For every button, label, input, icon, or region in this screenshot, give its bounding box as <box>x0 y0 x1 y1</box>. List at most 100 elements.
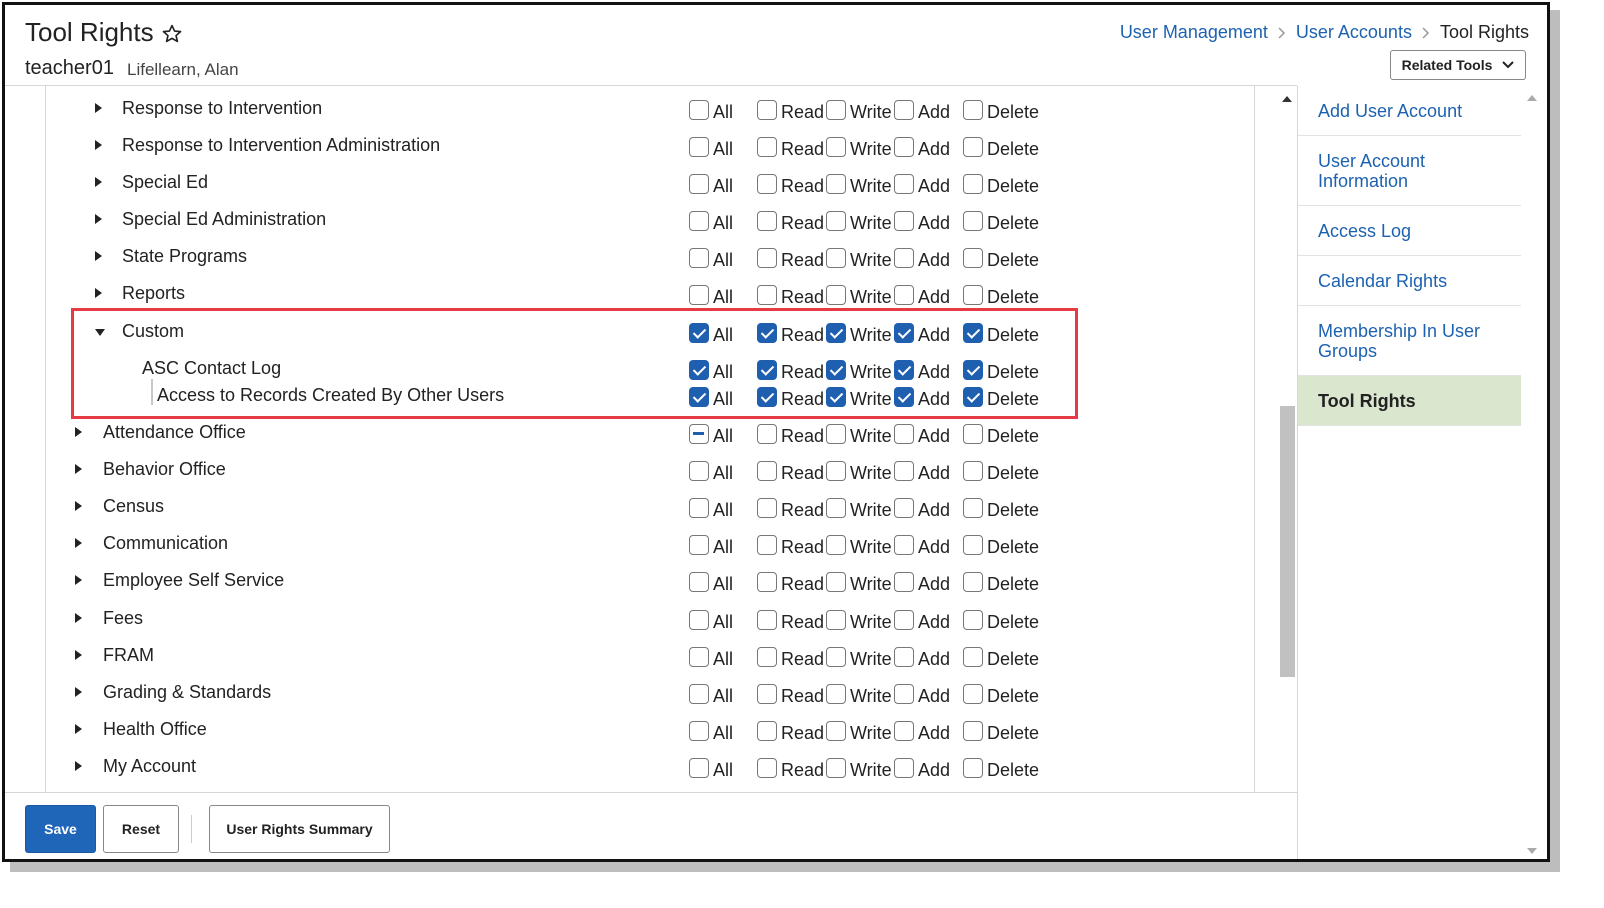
add-checkbox[interactable] <box>894 100 914 120</box>
caret-right-icon[interactable] <box>75 613 82 623</box>
all-checkbox[interactable] <box>689 248 709 268</box>
read-checkbox[interactable] <box>757 137 777 157</box>
read-checkbox[interactable] <box>757 285 777 305</box>
delete-checkbox[interactable] <box>963 758 983 778</box>
write-checkbox[interactable] <box>826 461 846 481</box>
write-checkbox[interactable] <box>826 211 846 231</box>
add-checkbox[interactable] <box>894 758 914 778</box>
add-checkbox[interactable] <box>894 535 914 555</box>
all-checkbox[interactable] <box>689 684 709 704</box>
caret-right-icon[interactable] <box>75 761 82 771</box>
add-checkbox[interactable] <box>894 137 914 157</box>
caret-right-icon[interactable] <box>95 103 102 113</box>
delete-checkbox[interactable] <box>963 572 983 592</box>
read-checkbox[interactable] <box>757 572 777 592</box>
write-checkbox[interactable] <box>826 285 846 305</box>
delete-checkbox[interactable] <box>963 137 983 157</box>
write-checkbox[interactable] <box>826 758 846 778</box>
caret-right-icon[interactable] <box>95 288 102 298</box>
star-outline-icon[interactable] <box>161 23 183 45</box>
all-checkbox[interactable] <box>689 535 709 555</box>
caret-right-icon[interactable] <box>95 140 102 150</box>
read-checkbox[interactable] <box>757 758 777 778</box>
read-checkbox[interactable] <box>757 647 777 667</box>
all-checkbox[interactable] <box>689 572 709 592</box>
related-tools-button[interactable]: Related Tools <box>1390 50 1526 80</box>
caret-right-icon[interactable] <box>95 177 102 187</box>
read-checkbox[interactable] <box>757 211 777 231</box>
write-checkbox[interactable] <box>826 610 846 630</box>
caret-right-icon[interactable] <box>75 427 82 437</box>
delete-checkbox[interactable] <box>963 535 983 555</box>
all-checkbox[interactable] <box>689 174 709 194</box>
all-checkbox[interactable] <box>689 137 709 157</box>
add-checkbox[interactable] <box>894 684 914 704</box>
read-checkbox[interactable] <box>757 610 777 630</box>
sidebar-item-tool-rights[interactable]: Tool Rights <box>1298 376 1522 426</box>
delete-checkbox[interactable] <box>963 684 983 704</box>
scroll-down-icon[interactable] <box>1527 848 1537 854</box>
write-checkbox[interactable] <box>826 248 846 268</box>
delete-checkbox[interactable] <box>963 248 983 268</box>
write-checkbox[interactable] <box>826 100 846 120</box>
user-rights-summary-button[interactable]: User Rights Summary <box>209 805 390 853</box>
read-checkbox[interactable] <box>757 721 777 741</box>
write-checkbox[interactable] <box>826 684 846 704</box>
all-checkbox[interactable] <box>689 461 709 481</box>
write-checkbox[interactable] <box>826 721 846 741</box>
caret-right-icon[interactable] <box>75 575 82 585</box>
add-checkbox[interactable] <box>894 721 914 741</box>
delete-checkbox[interactable] <box>963 424 983 444</box>
caret-right-icon[interactable] <box>95 214 102 224</box>
all-checkbox[interactable] <box>689 211 709 231</box>
sidebar-item-user-account-information[interactable]: User Account Information <box>1298 136 1522 206</box>
add-checkbox[interactable] <box>894 647 914 667</box>
all-checkbox[interactable] <box>689 498 709 518</box>
delete-checkbox[interactable] <box>963 498 983 518</box>
caret-right-icon[interactable] <box>75 538 82 548</box>
scroll-up-icon[interactable] <box>1527 95 1537 101</box>
delete-checkbox[interactable] <box>963 610 983 630</box>
write-checkbox[interactable] <box>826 424 846 444</box>
sidebar-scrollbar[interactable] <box>1521 86 1547 859</box>
all-checkbox[interactable] <box>689 100 709 120</box>
add-checkbox[interactable] <box>894 248 914 268</box>
read-checkbox[interactable] <box>757 174 777 194</box>
sidebar-item-access-log[interactable]: Access Log <box>1298 206 1522 256</box>
add-checkbox[interactable] <box>894 610 914 630</box>
write-checkbox[interactable] <box>826 137 846 157</box>
read-checkbox[interactable] <box>757 461 777 481</box>
all-checkbox[interactable] <box>689 758 709 778</box>
delete-checkbox[interactable] <box>963 647 983 667</box>
add-checkbox[interactable] <box>894 424 914 444</box>
save-button[interactable]: Save <box>25 805 96 853</box>
sidebar-item-calendar-rights[interactable]: Calendar Rights <box>1298 256 1522 306</box>
read-checkbox[interactable] <box>757 100 777 120</box>
caret-right-icon[interactable] <box>75 650 82 660</box>
read-checkbox[interactable] <box>757 684 777 704</box>
add-checkbox[interactable] <box>894 461 914 481</box>
read-checkbox[interactable] <box>757 424 777 444</box>
write-checkbox[interactable] <box>826 174 846 194</box>
write-checkbox[interactable] <box>826 647 846 667</box>
caret-right-icon[interactable] <box>75 464 82 474</box>
delete-checkbox[interactable] <box>963 721 983 741</box>
delete-checkbox[interactable] <box>963 174 983 194</box>
all-checkbox[interactable] <box>689 285 709 305</box>
all-checkbox[interactable] <box>689 424 709 444</box>
add-checkbox[interactable] <box>894 211 914 231</box>
read-checkbox[interactable] <box>757 498 777 518</box>
all-checkbox[interactable] <box>689 647 709 667</box>
read-checkbox[interactable] <box>757 535 777 555</box>
delete-checkbox[interactable] <box>963 211 983 231</box>
all-checkbox[interactable] <box>689 721 709 741</box>
caret-right-icon[interactable] <box>75 724 82 734</box>
caret-right-icon[interactable] <box>75 687 82 697</box>
caret-right-icon[interactable] <box>95 251 102 261</box>
write-checkbox[interactable] <box>826 572 846 592</box>
caret-right-icon[interactable] <box>75 501 82 511</box>
scroll-up-icon[interactable] <box>1282 96 1292 102</box>
main-scrollbar-thumb[interactable] <box>1280 406 1295 677</box>
write-checkbox[interactable] <box>826 498 846 518</box>
all-checkbox[interactable] <box>689 610 709 630</box>
